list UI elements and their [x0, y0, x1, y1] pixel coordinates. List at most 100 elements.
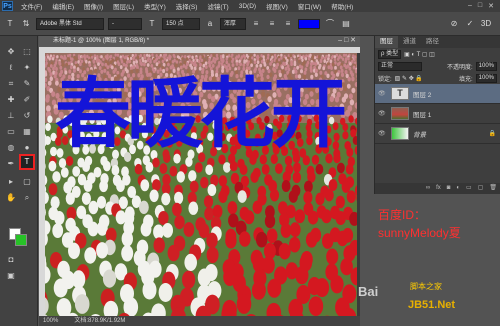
layer-row-text[interactable]: 👁 T 图层 2 — [375, 84, 500, 104]
fill-input[interactable]: 100% — [475, 73, 497, 83]
hand-tool-icon[interactable]: ✋ — [5, 192, 17, 204]
tab-channels[interactable]: 通道 — [398, 36, 421, 48]
opacity-input[interactable]: 100% — [475, 61, 497, 71]
healing-brush-icon[interactable]: ✚ — [5, 94, 17, 106]
canvas[interactable]: 春暖花开 — [45, 53, 357, 316]
tulip — [140, 62, 143, 67]
cancel-edit-icon[interactable]: ⊘ — [448, 18, 460, 30]
filter-icons[interactable]: ▣ ◐ T ▢ ◫ — [404, 51, 435, 58]
type-tool-icon[interactable]: T — [4, 18, 16, 30]
text-orientation-icon[interactable]: ⇅ — [20, 18, 32, 30]
lasso-tool-icon[interactable]: ℓ — [5, 62, 17, 74]
tulip — [211, 64, 215, 68]
layer-kind-filter[interactable]: ρ 类型 — [378, 49, 402, 59]
minimize-icon[interactable]: – — [468, 2, 472, 10]
menu-edit[interactable]: 编辑(E) — [47, 1, 79, 11]
mask-icon[interactable]: ◙ — [447, 183, 451, 194]
align-center-icon[interactable]: ≡ — [266, 18, 278, 30]
gradient-tool-icon[interactable]: ▦ — [21, 126, 33, 138]
menu-layer[interactable]: 图层(L) — [108, 1, 139, 11]
menu-help[interactable]: 帮助(H) — [326, 1, 358, 11]
commit-edit-icon[interactable]: ✓ — [464, 18, 476, 30]
text-color-swatch[interactable] — [298, 18, 320, 29]
group-icon[interactable]: ▭ — [466, 183, 472, 194]
doc-minimize-icon[interactable]: – — [338, 37, 342, 44]
tulip — [184, 55, 187, 59]
menu-3d[interactable]: 3D(D) — [234, 3, 261, 10]
font-style-select[interactable]: - — [108, 17, 142, 30]
magic-wand-icon[interactable]: ✦ — [21, 62, 33, 74]
adjustment-icon[interactable]: ◐ — [456, 183, 460, 194]
lock-icons[interactable]: ▧ ✎ ✥ 🔒 — [395, 75, 423, 82]
tulip — [54, 211, 65, 225]
clone-stamp-icon[interactable]: ⊥ — [5, 110, 17, 122]
fx-icon[interactable]: fx — [436, 183, 441, 194]
tulip — [225, 68, 229, 73]
trash-icon[interactable]: 🗑 — [489, 183, 497, 194]
screen-mode-icon[interactable]: ▣ — [5, 270, 17, 282]
menu-type[interactable]: 类型(Y) — [139, 1, 171, 11]
tulip — [208, 57, 211, 62]
brush-tool-icon[interactable]: ✐ — [21, 94, 33, 106]
layer-row-image[interactable]: 👁 图层 1 — [375, 104, 500, 124]
document-info[interactable]: 文档:878.9K/1.92M — [74, 316, 125, 326]
eraser-tool-icon[interactable]: ▭ — [5, 126, 17, 138]
menu-filter[interactable]: 滤镜(T) — [202, 1, 233, 11]
font-size-select[interactable]: 150 点 — [162, 17, 200, 30]
tulip — [281, 180, 291, 192]
menu-image[interactable]: 图像(I) — [79, 1, 108, 11]
tulip — [242, 63, 246, 67]
doc-maximize-icon[interactable]: □ — [344, 37, 348, 44]
marquee-tool-icon[interactable]: ⬚ — [21, 46, 33, 58]
move-tool-icon[interactable]: ✥ — [5, 46, 17, 58]
shape-tool-icon[interactable]: ▢ — [21, 176, 33, 188]
tulip — [282, 58, 286, 62]
eyedropper-icon[interactable]: ✎ — [21, 78, 33, 90]
blur-tool-icon[interactable]: ◍ — [5, 142, 17, 154]
character-panel-icon[interactable]: ▤ — [340, 18, 352, 30]
pen-tool-icon[interactable]: ✒ — [5, 158, 17, 170]
history-brush-icon[interactable]: ↺ — [21, 110, 33, 122]
eye-icon[interactable]: 👁 — [378, 90, 387, 97]
3d-icon[interactable]: 3D — [480, 18, 492, 30]
font-family-select[interactable]: Adobe 黑体 Std — [36, 17, 104, 30]
new-layer-icon[interactable]: ▢ — [478, 183, 484, 194]
tulip — [47, 80, 52, 86]
eye-icon[interactable]: 👁 — [378, 130, 387, 137]
tulip — [347, 57, 350, 61]
tulip — [344, 53, 348, 57]
tulip — [191, 55, 194, 59]
crop-tool-icon[interactable]: ⌗ — [5, 78, 17, 90]
zoom-tool-icon[interactable]: ⌕ — [21, 192, 33, 204]
align-right-icon[interactable]: ≡ — [282, 18, 294, 30]
dodge-tool-icon[interactable]: ● — [21, 142, 33, 154]
type-tool-icon-active[interactable]: T — [19, 154, 35, 170]
maximize-icon[interactable]: □ — [478, 2, 482, 10]
blend-mode-select[interactable]: 正常 — [378, 61, 422, 71]
menu-file[interactable]: 文件(F) — [16, 1, 47, 11]
warp-text-icon[interactable]: ⌒ — [324, 18, 336, 30]
tulip — [208, 63, 212, 68]
tulip — [155, 54, 158, 58]
document-tab[interactable]: 未标题-1 @ 100% (图层 1, RGB/8) * — [39, 36, 360, 47]
tulip — [305, 63, 309, 68]
doc-close-icon[interactable]: ✕ — [350, 37, 356, 44]
tab-layers[interactable]: 图层 — [375, 36, 398, 48]
tab-paths[interactable]: 路径 — [421, 36, 444, 48]
link-layers-icon[interactable]: ∞ — [426, 183, 430, 194]
path-selection-icon[interactable]: ▸ — [5, 176, 17, 188]
eye-icon[interactable]: 👁 — [378, 110, 387, 117]
close-icon[interactable]: ✕ — [488, 2, 494, 10]
menu-select[interactable]: 选择(S) — [171, 1, 203, 11]
align-left-icon[interactable]: ≡ — [250, 18, 262, 30]
zoom-level[interactable]: 100% — [43, 316, 58, 326]
tulip — [65, 156, 74, 166]
tulip — [126, 57, 130, 61]
menu-view[interactable]: 视图(V) — [261, 1, 293, 11]
background-color-swatch[interactable] — [15, 234, 27, 246]
layer-row-background[interactable]: 👁 背景 🔒 — [375, 124, 500, 144]
quick-mask-icon[interactable]: ◘ — [5, 254, 17, 266]
menu-window[interactable]: 窗口(W) — [293, 1, 326, 11]
headline-text-layer[interactable]: 春暖花开 — [55, 75, 347, 155]
antialias-select[interactable]: 浑厚 — [220, 17, 246, 30]
